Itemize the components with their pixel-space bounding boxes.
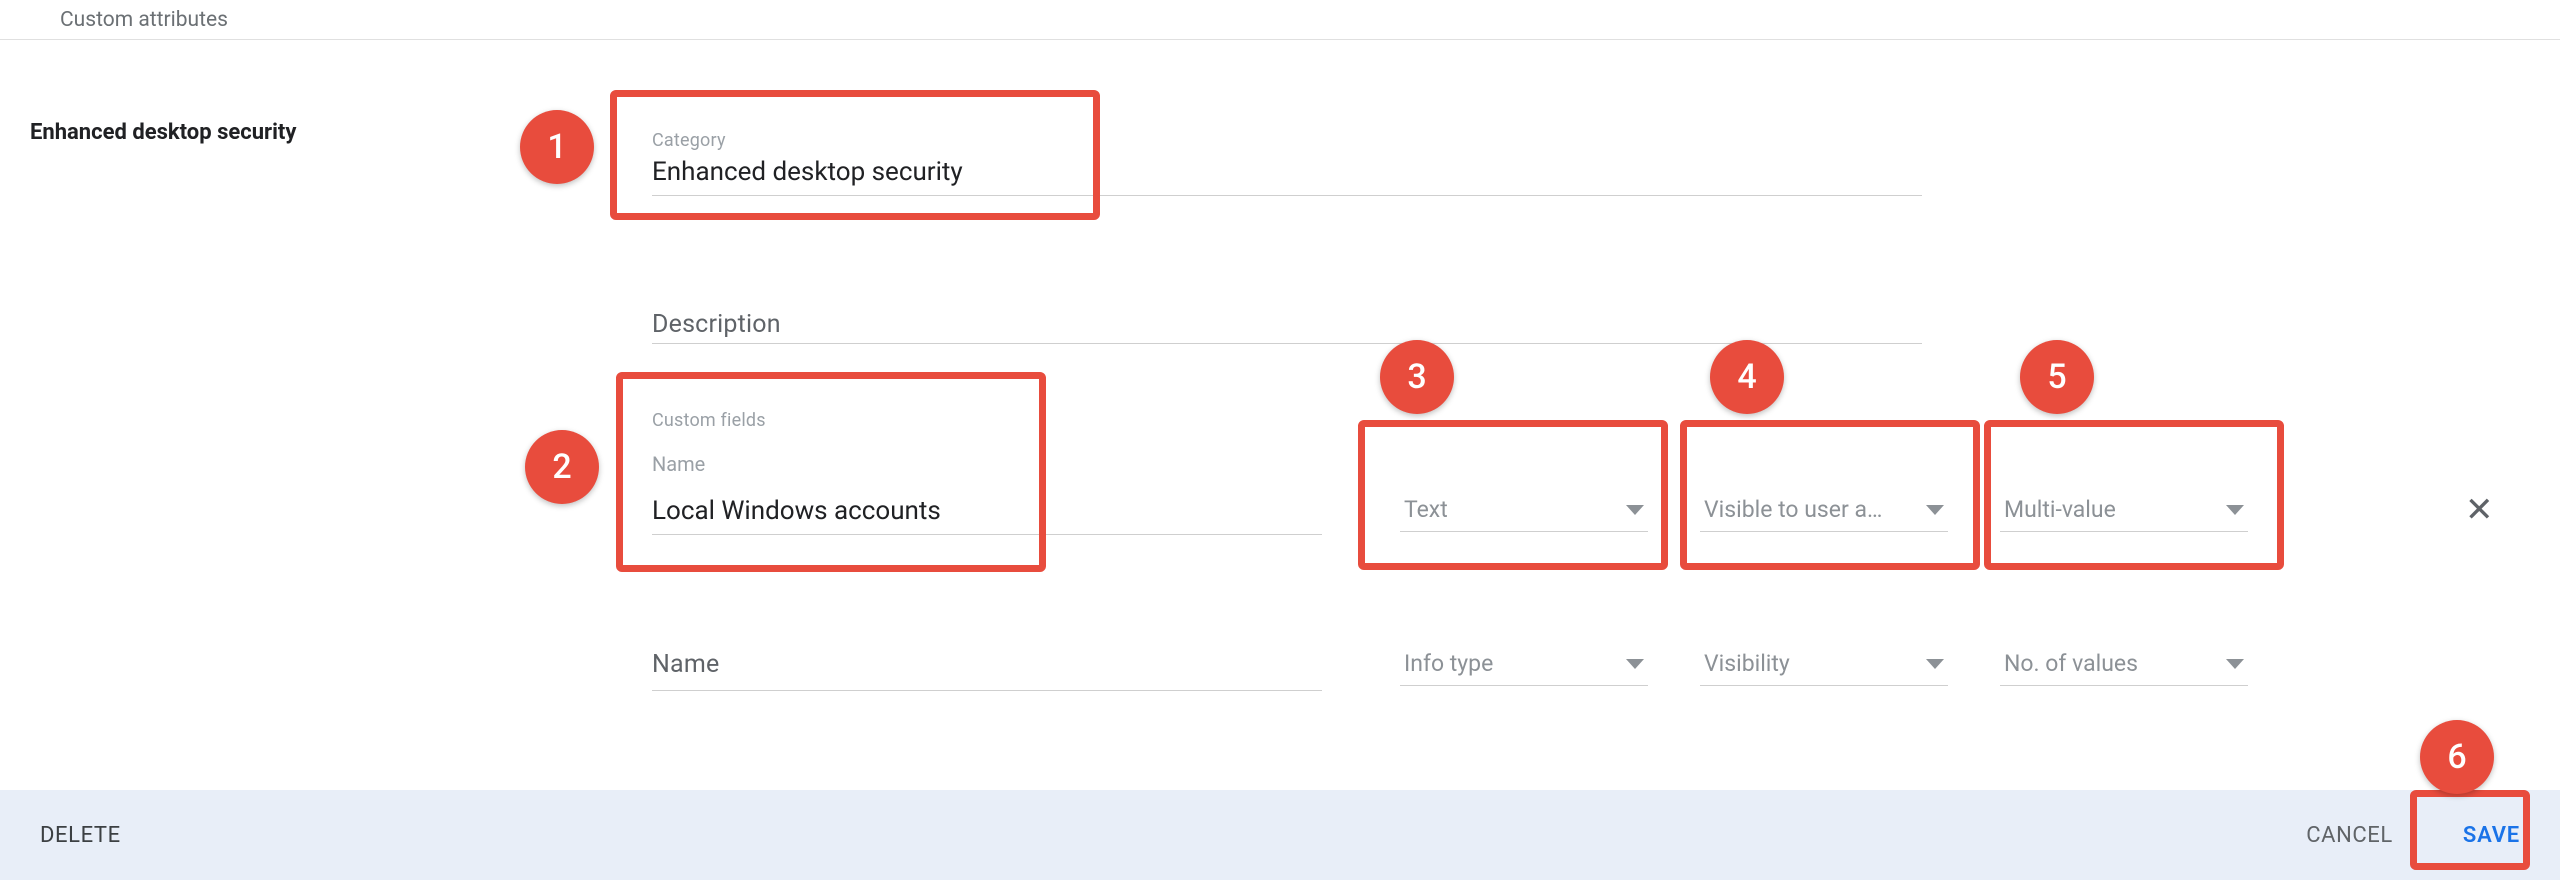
description-underline [652, 343, 1922, 344]
save-button[interactable]: SAVE [2463, 823, 2520, 848]
values-mode-dropdown[interactable]: Multi-value [2000, 496, 2248, 532]
annotation-badge-3: 3 [1380, 340, 1454, 414]
chevron-down-icon [2226, 659, 2244, 669]
custom-field-name-value: Local Windows accounts [652, 490, 941, 526]
visibility-dropdown[interactable]: Visible to user a… [1700, 496, 1948, 532]
values-mode-value: Multi-value [2004, 496, 2116, 523]
info-type-dropdown-empty[interactable]: Info type [1400, 650, 1648, 686]
annotation-badge-5: 5 [2020, 340, 2094, 414]
annotation-box-4 [1680, 420, 1980, 570]
breadcrumb[interactable]: Custom attributes [0, 0, 2560, 40]
chevron-down-icon [1926, 505, 1944, 515]
chevron-down-icon [1926, 659, 1944, 669]
name-underline-row2 [652, 690, 1322, 691]
cancel-button[interactable]: CANCEL [2306, 823, 2393, 848]
footer-bar: DELETE CANCEL SAVE [0, 790, 2560, 880]
empty-name-placeholder[interactable]: Name [652, 650, 719, 679]
description-label: Description [652, 310, 1922, 339]
section-side-title: Enhanced desktop security [30, 120, 296, 145]
annotation-box-3 [1358, 420, 1668, 570]
annotation-badge-1: 1 [520, 110, 594, 184]
delete-button[interactable]: DELETE [40, 823, 121, 848]
chevron-down-icon [1626, 505, 1644, 515]
visibility-placeholder: Visibility [1704, 650, 1790, 677]
breadcrumb-text: Custom attributes [60, 8, 228, 32]
info-type-placeholder: Info type [1404, 650, 1493, 677]
category-underline [652, 195, 1922, 196]
custom-fields-section-label: Custom fields [652, 410, 766, 431]
chevron-down-icon [2226, 505, 2244, 515]
remove-row-button[interactable]: ✕ [2465, 490, 2494, 530]
category-value[interactable]: Enhanced desktop security [652, 151, 1922, 187]
visibility-dropdown-empty[interactable]: Visibility [1700, 650, 1948, 686]
annotation-badge-4: 4 [1710, 340, 1784, 414]
values-placeholder: No. of values [2004, 650, 2138, 677]
custom-field-name-input[interactable]: Local Windows accounts [652, 490, 941, 526]
custom-field-name-label: Name [652, 452, 705, 476]
annotation-badge-6: 6 [2420, 720, 2494, 794]
annotation-badge-2: 2 [525, 430, 599, 504]
info-type-value: Text [1404, 496, 1448, 523]
values-dropdown-empty[interactable]: No. of values [2000, 650, 2248, 686]
annotation-box-5 [1984, 420, 2284, 570]
name-underline-row1 [652, 534, 1322, 535]
visibility-value: Visible to user a… [1704, 496, 1882, 523]
info-type-dropdown[interactable]: Text [1400, 496, 1648, 532]
chevron-down-icon [1626, 659, 1644, 669]
category-label: Category [652, 130, 1922, 151]
